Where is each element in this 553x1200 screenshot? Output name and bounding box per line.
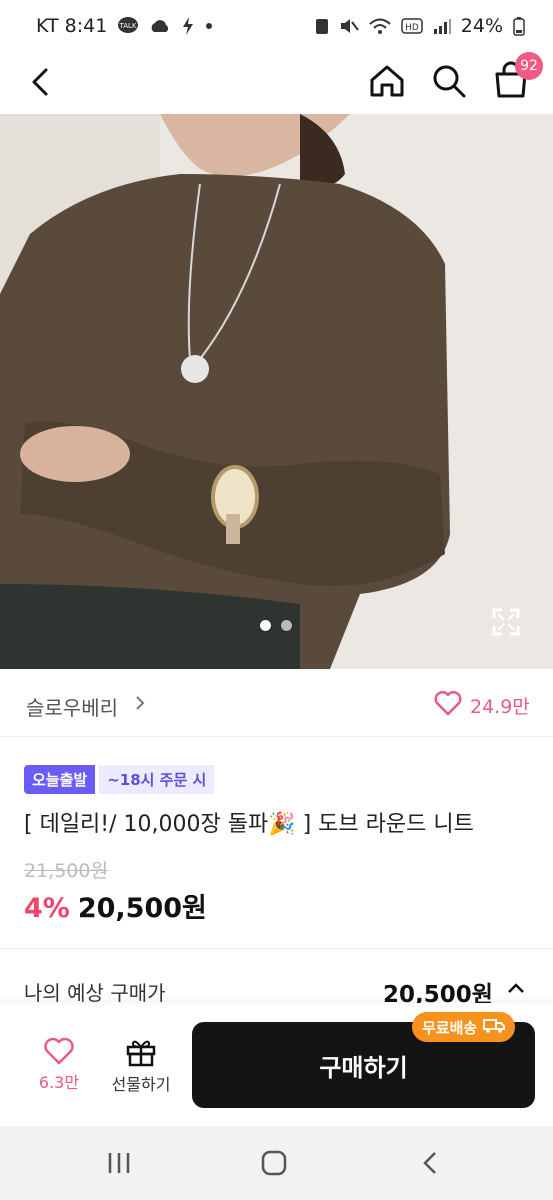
- discount-rate: 4%: [24, 893, 70, 924]
- chevron-up-icon[interactable]: [505, 980, 527, 994]
- brand-like[interactable]: 24.9만: [434, 690, 530, 721]
- hd-icon: HD: [401, 18, 423, 34]
- back-nav-icon[interactable]: [420, 1150, 440, 1180]
- gift-icon: [104, 1037, 178, 1071]
- order-cutoff-tag: ~18시 주문 시: [99, 765, 215, 794]
- recent-apps-icon[interactable]: [106, 1150, 132, 1180]
- battery-text: 24%: [460, 15, 503, 37]
- home-nav-icon[interactable]: [261, 1150, 287, 1180]
- today-delivery-tag: 오늘출발: [24, 765, 96, 794]
- estimated-price-label: 나의 예상 구매가: [24, 981, 166, 1005]
- like-count: 6.3만: [38, 1073, 80, 1092]
- free-shipping-badge: 무료배송: [412, 1012, 516, 1042]
- original-price: 21,500원: [24, 860, 108, 882]
- expand-icon[interactable]: [490, 606, 522, 638]
- mute-icon: [339, 17, 359, 35]
- dot-icon: [205, 22, 213, 30]
- heart-icon: [30, 1037, 88, 1069]
- status-time: KT 8:41: [36, 15, 108, 37]
- heart-icon[interactable]: [434, 690, 462, 721]
- page-dot[interactable]: [281, 620, 292, 631]
- page-dot-active[interactable]: [260, 620, 271, 631]
- svg-text:HD: HD: [405, 23, 419, 33]
- cloud-icon: [149, 18, 171, 34]
- delivery-tags: 오늘출발 ~18시 주문 시: [24, 765, 215, 794]
- flash-icon: [181, 16, 195, 36]
- talk-icon: TALK: [117, 16, 139, 36]
- chevron-right-icon: [132, 693, 148, 713]
- lock-icon: [315, 17, 329, 35]
- gift-button[interactable]: 선물하기: [104, 1037, 178, 1095]
- cart-count-badge: 92: [515, 52, 543, 80]
- sale-price: 20,500원: [77, 893, 207, 924]
- status-bar: KT 8:41 TALK HD 24%: [0, 0, 553, 52]
- system-nav-bar: [0, 1126, 553, 1200]
- home-icon[interactable]: [366, 60, 408, 102]
- brand-name[interactable]: 슬로우베리: [26, 692, 118, 721]
- like-button[interactable]: 6.3만: [30, 1037, 88, 1093]
- gift-label: 선물하기: [111, 1075, 171, 1094]
- free-shipping-label: 무료배송: [422, 1018, 478, 1037]
- divider: [0, 948, 553, 949]
- brand-row[interactable]: 슬로우베리 24.9만: [0, 670, 553, 737]
- product-title: [ 데일리!/ 10,000장 돌파🎉 ] 도브 라운드 니트: [24, 812, 474, 837]
- signal-icon: [433, 18, 451, 34]
- svg-text:TALK: TALK: [119, 22, 137, 30]
- truck-icon: [483, 1017, 506, 1037]
- wifi-icon: [369, 17, 391, 35]
- top-nav: [0, 52, 553, 114]
- brand-like-count: 24.9만: [470, 696, 530, 718]
- image-pagination[interactable]: [260, 620, 292, 631]
- product-image[interactable]: [0, 114, 553, 669]
- search-icon[interactable]: [428, 60, 470, 102]
- price-row: 4% 20,500원: [24, 886, 207, 925]
- back-icon[interactable]: [22, 62, 62, 102]
- battery-icon: [513, 16, 525, 36]
